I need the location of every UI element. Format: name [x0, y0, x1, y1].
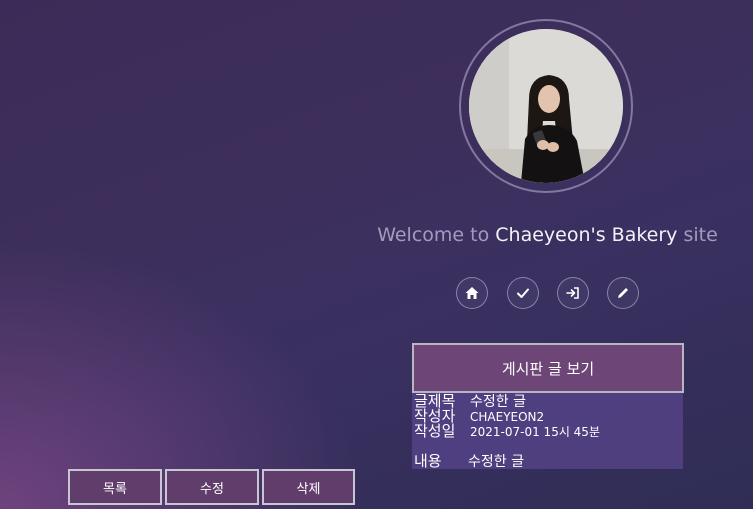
- content-value: 수정한 글: [468, 454, 524, 470]
- home-icon: [465, 287, 479, 299]
- delete-button[interactable]: 삭제: [262, 469, 355, 505]
- site-name: Chaeyeon's Bakery: [495, 224, 678, 246]
- date-label: 작성일: [414, 422, 456, 440]
- pencil-icon: [618, 288, 628, 298]
- nav-icon-bar: [456, 277, 640, 311]
- check-icon: [517, 288, 529, 298]
- board-view-header: 게시판 글 보기: [412, 343, 684, 393]
- edit-button[interactable]: 수정: [165, 469, 259, 505]
- post-detail: 글제목 수정한 글 작성자 CHAEYEON2 작성일 2021-07-01 15시 …: [412, 393, 683, 470]
- avatar-photo: [469, 29, 623, 183]
- write-button[interactable]: [607, 277, 639, 309]
- date-row: 작성일 2021-07-01 15시 45분: [414, 424, 600, 440]
- home-button[interactable]: [456, 277, 488, 309]
- login-button[interactable]: [557, 277, 589, 309]
- subject-value: 수정한 글: [470, 394, 526, 410]
- welcome-suffix: site: [683, 224, 718, 246]
- content-row: 내용 수정한 글: [414, 454, 524, 470]
- avatar: [469, 29, 623, 183]
- date-value: 2021-07-01 15시 45분: [470, 425, 600, 439]
- content-label: 내용: [414, 452, 442, 470]
- check-button[interactable]: [507, 277, 539, 309]
- author-value: CHAEYEON2: [470, 410, 545, 424]
- list-button[interactable]: 목록: [68, 469, 162, 505]
- welcome-prefix: Welcome to: [377, 224, 490, 246]
- welcome-text: Welcome to Chaeyeon's Bakery site: [360, 224, 735, 246]
- sign-in-icon: [566, 287, 579, 299]
- profile-avatar-frame: [459, 19, 633, 193]
